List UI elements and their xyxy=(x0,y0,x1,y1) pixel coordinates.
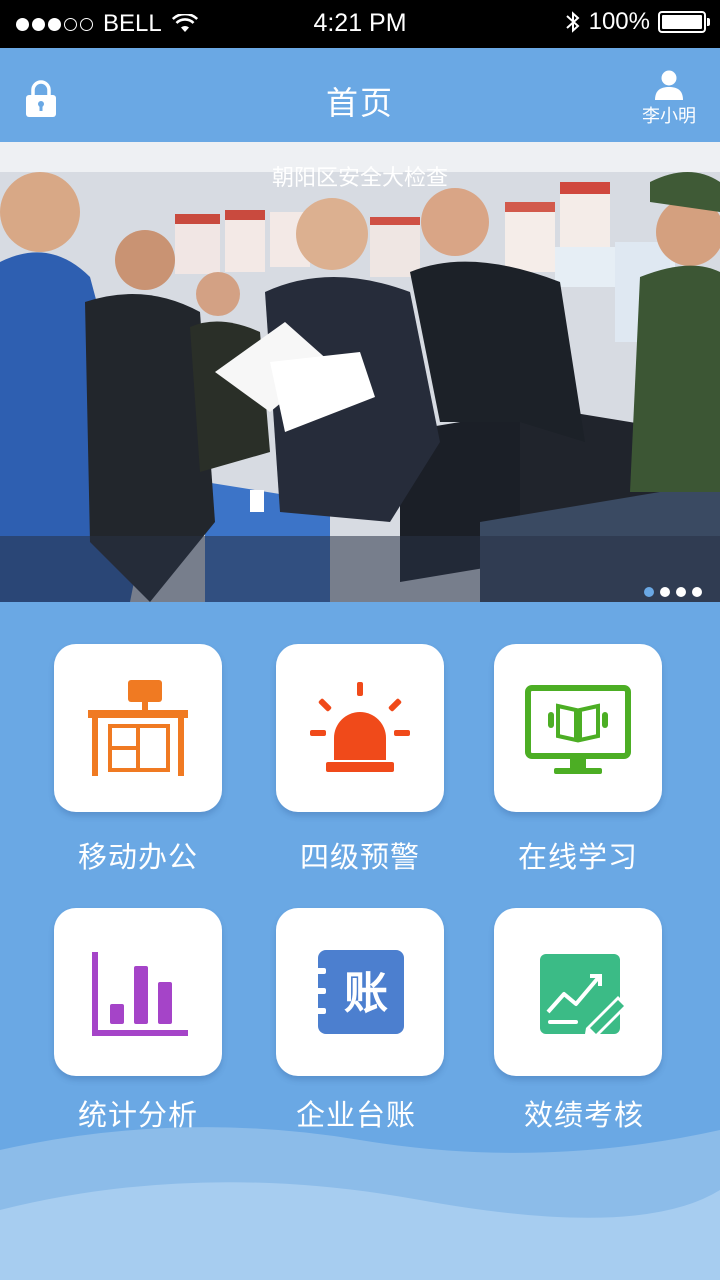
user-avatar-icon xyxy=(655,70,683,100)
nav-bar: 首页 李小明 xyxy=(0,48,720,142)
bar-chart-icon xyxy=(92,952,188,1036)
menu-tile-online-learning[interactable] xyxy=(494,644,662,812)
menu-tile-enterprise-ledger[interactable]: 账 xyxy=(276,908,444,1076)
pager-dot[interactable] xyxy=(676,587,686,597)
status-bar: BELL 4:21 PM 100% xyxy=(0,0,720,48)
online-learning-monitor-icon xyxy=(525,685,631,774)
banner-caption: 朝阳区安全大检查 xyxy=(271,166,448,191)
menu-label-online-learning: 在线学习 xyxy=(517,840,638,874)
carousel-pager[interactable] xyxy=(644,587,702,597)
pager-dot[interactable] xyxy=(692,587,702,597)
menu-tile-mobile-office[interactable] xyxy=(54,644,222,812)
battery-icon xyxy=(658,11,710,33)
user-profile-button[interactable]: 李小明 xyxy=(634,70,704,128)
pager-dot[interactable] xyxy=(660,587,670,597)
wave-background xyxy=(0,1127,720,1280)
banner-carousel[interactable]: 朝阳区安全大检查 xyxy=(0,142,720,602)
pager-dot[interactable] xyxy=(644,587,654,597)
page-title: 首页 xyxy=(325,84,394,122)
menu-tile-four-level-warning[interactable] xyxy=(276,644,444,812)
menu-label-four-level-warning: 四级预警 xyxy=(299,840,420,874)
banner-caption-bar xyxy=(0,536,720,602)
ledger-book-icon: 账 xyxy=(312,950,404,1034)
menu-tile-performance[interactable] xyxy=(494,908,662,1076)
user-name: 李小明 xyxy=(642,106,696,127)
ledger-icon-glyph: 账 xyxy=(344,968,388,1019)
performance-edit-icon xyxy=(540,954,628,1040)
menu-label-mobile-office: 移动办公 xyxy=(77,840,198,874)
bluetooth-icon xyxy=(565,11,580,33)
menu-tile-statistics[interactable] xyxy=(54,908,222,1076)
battery-percentage: 100% xyxy=(588,8,650,35)
banner-photo xyxy=(0,142,720,602)
alarm-siren-icon xyxy=(310,682,410,772)
office-desk-icon xyxy=(88,680,188,776)
